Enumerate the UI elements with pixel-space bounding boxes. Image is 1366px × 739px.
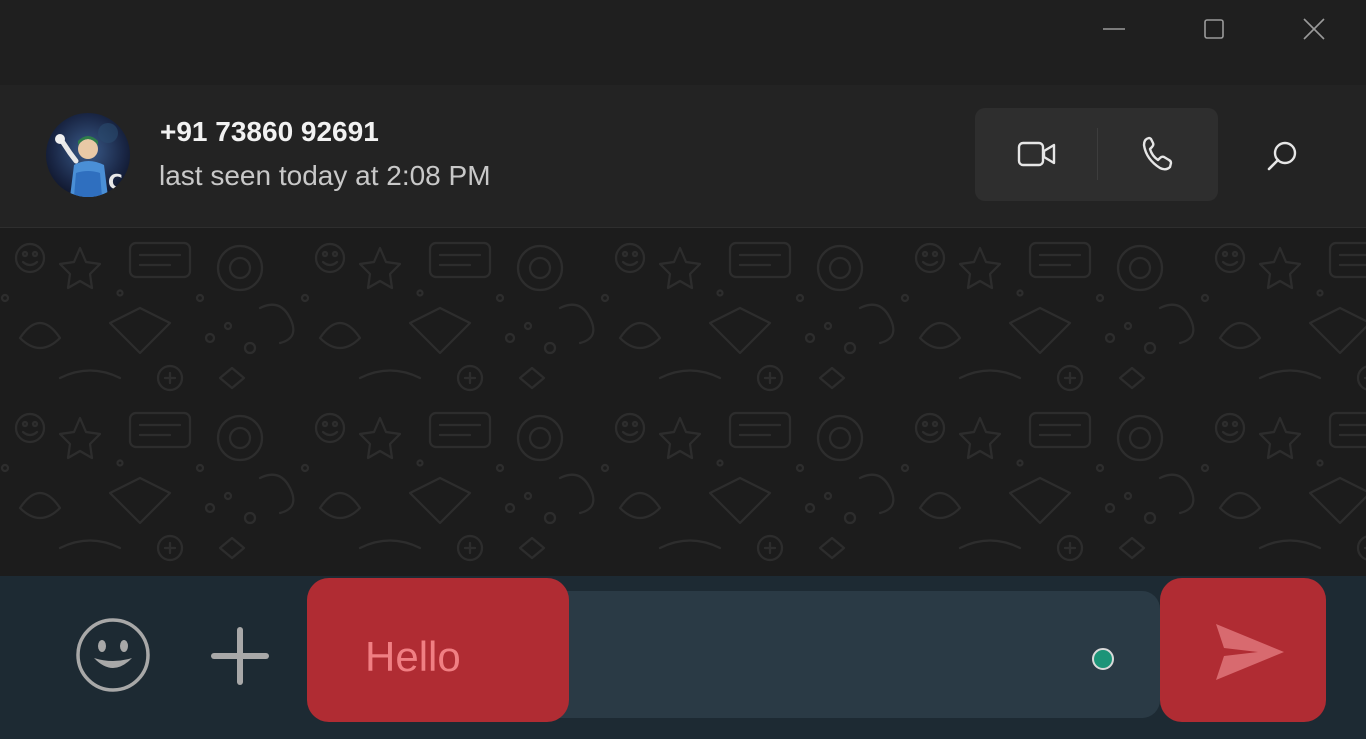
avatar[interactable]: C (46, 113, 130, 197)
message-area (0, 228, 1366, 576)
message-input-text[interactable]: Hello (365, 633, 461, 681)
video-camera-icon (1017, 141, 1056, 167)
contact-avatar-image: C (46, 113, 130, 197)
close-icon (1303, 18, 1325, 40)
search-icon (1267, 141, 1297, 171)
minimize-button[interactable] (1091, 6, 1137, 52)
maximize-icon (1204, 19, 1224, 39)
contact-name[interactable]: +91 73860 92691 (160, 116, 379, 148)
attach-button[interactable] (208, 624, 272, 688)
maximize-button[interactable] (1191, 6, 1237, 52)
send-icon (1216, 624, 1284, 680)
minimize-icon (1103, 28, 1125, 30)
emoji-icon (76, 618, 150, 692)
call-divider (1097, 128, 1098, 180)
close-button[interactable] (1291, 6, 1337, 52)
last-seen-status: last seen today at 2:08 PM (159, 160, 491, 191)
video-call-button[interactable] (1005, 128, 1069, 180)
title-bar (0, 0, 1366, 85)
emoji-button[interactable] (74, 616, 152, 694)
recording-status-dot (1092, 648, 1114, 670)
plus-icon (211, 627, 269, 685)
whatsapp-chat-window: C +91 73860 92691 last seen today at 2:0… (0, 0, 1366, 739)
chat-wallpaper-doodles (0, 228, 1366, 576)
voice-call-button[interactable] (1125, 128, 1189, 180)
search-button[interactable] (1256, 130, 1308, 182)
phone-icon (1142, 136, 1173, 171)
send-button[interactable] (1200, 612, 1300, 692)
